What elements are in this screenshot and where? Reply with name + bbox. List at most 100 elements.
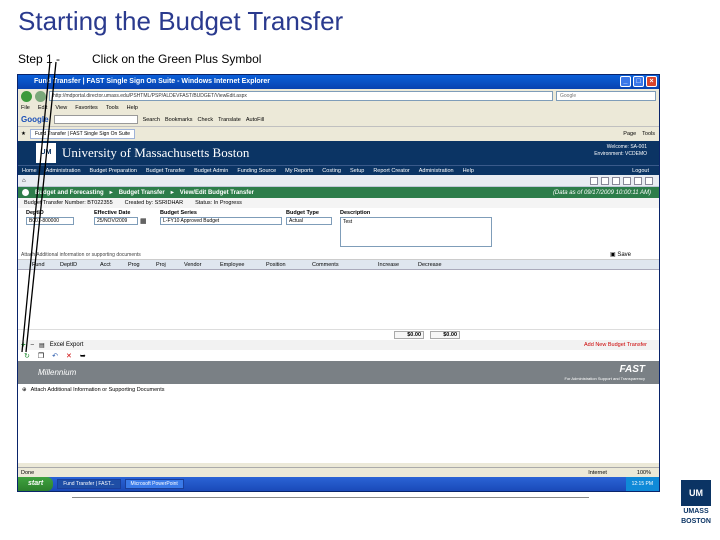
fast-tagline: For Administration Support and Transpare… (564, 376, 646, 381)
back-circle-icon[interactable] (22, 189, 29, 196)
effective-date-field[interactable]: 25/NOV/2009 (94, 217, 138, 225)
attachment-row: ⊕ Attach Additional Information or Suppo… (18, 384, 659, 395)
refresh-icon[interactable]: ↻ (24, 352, 30, 360)
start-button[interactable]: start (18, 477, 54, 491)
attachment-hint-row: Attach Additional information or support… (18, 250, 659, 260)
google-search-button[interactable]: Search (143, 117, 160, 123)
total-increase: $0.00 (394, 331, 424, 339)
breadcrumb-item-budget-forecasting[interactable]: Budget and Forecasting (35, 190, 104, 196)
close-button[interactable]: × (646, 76, 657, 87)
menu-edit[interactable]: Edit (38, 105, 47, 111)
browser-search-input[interactable]: Google (556, 91, 656, 101)
favorites-star-icon[interactable]: ★ (21, 131, 26, 137)
breadcrumb-item-budget-transfer[interactable]: Budget Transfer (119, 190, 165, 196)
menu-file[interactable]: File (21, 105, 30, 111)
created-by: Created by: SSRIDHAR (124, 200, 184, 206)
google-toolbar: Google Search Bookmarks Check Translate … (18, 113, 659, 127)
browser-tab[interactable]: Fund Transfer | FAST Single Sign On Suit… (29, 128, 136, 139)
transfer-form: DeptID B001-800000 Effective Date 25/NOV… (18, 208, 659, 250)
google-logo: Google (21, 115, 49, 124)
transfer-status: Status: In Progress (195, 200, 242, 206)
green-plus-icon[interactable]: + (21, 341, 26, 349)
help-icon[interactable] (645, 176, 653, 185)
budget-type-label: Budget Type (286, 210, 319, 216)
forward-button[interactable] (35, 90, 46, 102)
google-translate-button[interactable]: Translate (218, 117, 241, 123)
nav-budget-transfer[interactable]: Budget Transfer (146, 168, 185, 174)
user-welcome: Welcome: SA-001 (606, 144, 647, 150)
page-menu[interactable]: Page (623, 131, 636, 137)
nav-funding-source[interactable]: Funding Source (237, 168, 276, 174)
attachment-link[interactable]: Attach Additional Information or Support… (31, 387, 165, 393)
save-button[interactable]: ▣ Save (610, 251, 659, 258)
print-icon[interactable] (590, 176, 598, 185)
col-increase: Increase (378, 261, 400, 268)
nav-administration-2[interactable]: Administration (419, 168, 454, 174)
google-search-input[interactable] (53, 115, 138, 124)
settings-icon[interactable] (634, 176, 642, 185)
nav-budget-preparation[interactable]: Budget Preparation (90, 168, 137, 174)
umass-logo-line1: UMASS (683, 508, 709, 515)
task-browser[interactable]: Fund Transfer | FAST... (57, 479, 121, 489)
delete-icon[interactable]: ✕ (66, 352, 72, 360)
task-powerpoint[interactable]: Microsoft PowerPoint (124, 479, 184, 489)
google-bookmarks-button[interactable]: Bookmarks (165, 117, 193, 123)
toolbar-icons (590, 176, 659, 185)
back-button[interactable] (21, 90, 32, 102)
home-icon[interactable]: ⌂ (22, 178, 26, 184)
google-check-button[interactable]: Check (198, 117, 214, 123)
menu-bar: File Edit View Favorites Tools Help (18, 103, 659, 113)
copy-icon[interactable]: ❐ (38, 352, 44, 360)
add-new-budget-transfer-link[interactable]: Add New Budget Transfer (584, 342, 659, 348)
excel-icon[interactable]: ▤ (39, 342, 45, 349)
undo-icon[interactable]: ↶ (52, 352, 58, 360)
web-page: UM University of Massachusetts Boston We… (18, 141, 659, 463)
address-input[interactable]: http://mdportal.director.umass.edu/PSHTM… (49, 91, 553, 101)
email-icon[interactable] (601, 176, 609, 185)
transfer-info: Budget Transfer Number: BT022355 Created… (18, 198, 659, 208)
menu-help[interactable]: Help (127, 105, 138, 111)
app-footer: Millennium FAST For Administration Suppo… (18, 361, 659, 384)
menu-favorites[interactable]: Favorites (75, 105, 98, 111)
umass-mark-icon: UM (681, 480, 711, 506)
budget-type-select[interactable]: Actual (286, 217, 332, 225)
nav-budget-admin[interactable]: Budget Admin (194, 168, 228, 174)
refresh-icon[interactable] (623, 176, 631, 185)
nav-costing[interactable]: Costing (322, 168, 341, 174)
google-autofill-button[interactable]: AutoFill (246, 117, 264, 123)
paperclip-icon[interactable]: ⊕ (22, 387, 27, 393)
col-comments: Comments (312, 261, 339, 268)
umass-logo-line2: BOSTON (681, 518, 711, 525)
nav-setup[interactable]: Setup (350, 168, 364, 174)
nav-home[interactable]: Home (22, 168, 37, 174)
nav-administration[interactable]: Administration (46, 168, 81, 174)
nav-my-reports[interactable]: My Reports (285, 168, 313, 174)
menu-view[interactable]: View (55, 105, 67, 111)
col-prog: Prog (128, 261, 140, 268)
maximize-button[interactable]: □ (633, 76, 644, 87)
nav-help[interactable]: Help (463, 168, 474, 174)
export-icon[interactable] (612, 176, 620, 185)
attachment-hint[interactable]: Attach Additional information or support… (21, 252, 141, 258)
calendar-icon[interactable]: ▦ (140, 217, 147, 225)
zoom-level[interactable]: 100% (637, 470, 651, 476)
menu-tools[interactable]: Tools (106, 105, 119, 111)
excel-export-link[interactable]: Excel Export (50, 342, 84, 348)
logout-link[interactable]: Logout (632, 168, 659, 174)
breadcrumb-separator-icon: ▸ (170, 190, 174, 196)
description-textarea[interactable]: Test (340, 217, 492, 247)
deptid-label: DeptID (26, 210, 44, 216)
budget-series-select[interactable]: L-FY10 Approved Budget (160, 217, 282, 225)
total-decrease: $0.00 (430, 331, 460, 339)
minimize-button[interactable]: _ (620, 76, 631, 87)
nav-report-creator[interactable]: Report Creator (373, 168, 409, 174)
app-nav: Home Administration Budget Preparation B… (18, 165, 659, 175)
internet-zone: Internet (588, 469, 607, 476)
address-bar-row: http://mdportal.director.umass.edu/PSHTM… (18, 89, 659, 103)
forward-icon[interactable]: ➥ (80, 352, 86, 360)
save-label: Save (617, 252, 631, 258)
tools-menu[interactable]: Tools (642, 131, 655, 137)
deptid-field[interactable]: B001-800000 (26, 217, 74, 225)
minus-icon[interactable]: – (31, 342, 34, 348)
step-label: Step 1 - (18, 52, 61, 66)
